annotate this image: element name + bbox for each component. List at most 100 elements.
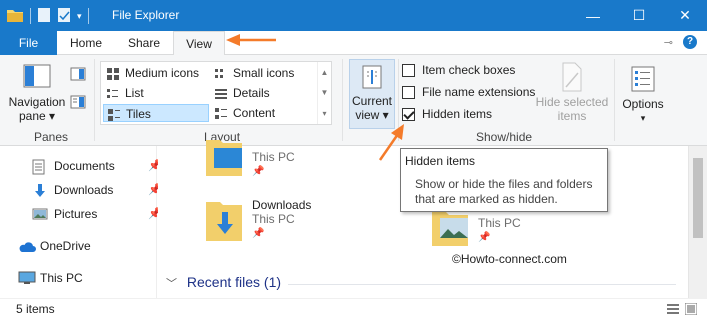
- nav-item-downloads[interactable]: Downloads 📌: [22, 180, 162, 200]
- section-divider: [288, 284, 676, 285]
- large-icons-view-icon[interactable]: [684, 302, 698, 318]
- file-name-extensions-checkbox[interactable]: File name extensions: [402, 84, 535, 100]
- options-icon: [631, 66, 655, 92]
- hide-selected-items-button[interactable]: Hide selected items: [534, 59, 610, 123]
- checkbox-label: Hidden items: [422, 107, 493, 121]
- nav-item-documents[interactable]: Documents 📌: [22, 156, 162, 176]
- layout-details[interactable]: Details: [211, 84, 317, 102]
- item-check-boxes-checkbox[interactable]: Item check boxes: [402, 62, 515, 78]
- checkbox-label: Item check boxes: [422, 63, 516, 77]
- navigation-pane-button[interactable]: Navigation pane ▾: [6, 57, 68, 123]
- checkbox-box[interactable]: [402, 64, 415, 77]
- maximize-button[interactable]: ☐: [616, 0, 662, 31]
- navigation-pane: Documents 📌 Downloads 📌 Pictures 📌 OneDr…: [0, 146, 162, 298]
- content-icon: [215, 107, 227, 119]
- recent-files-header[interactable]: ﹀ Recent files (1): [166, 274, 281, 291]
- details-pane-icon[interactable]: [70, 95, 86, 112]
- title-bar: ▾ File Explorer — ☐ ✕: [0, 0, 707, 31]
- options-label: Options: [622, 97, 664, 111]
- layout-small-icons[interactable]: Small icons: [211, 64, 317, 82]
- group-divider: [398, 59, 399, 141]
- help-icon[interactable]: ?: [683, 35, 697, 49]
- item-count: 5 items: [16, 302, 55, 316]
- current-view-label-2: view ▾: [355, 108, 389, 122]
- quick-access-toolbar: ▾: [6, 6, 89, 26]
- tab-home[interactable]: Home: [57, 31, 115, 55]
- scroll-down-icon[interactable]: ▼: [321, 88, 329, 97]
- tile-location: This PC: [478, 216, 521, 230]
- toolbar-separator: [87, 8, 89, 24]
- pin-icon[interactable]: 📌: [478, 232, 490, 243]
- current-view-icon: [362, 65, 382, 89]
- tile-location: This PC: [252, 150, 295, 164]
- folder-icon: [6, 7, 24, 26]
- layout-item-label: Content: [233, 106, 276, 120]
- group-label-show-hide: Show/hide: [476, 130, 533, 144]
- pin-ribbon-icon[interactable]: ⊸: [664, 36, 673, 49]
- current-view-button[interactable]: Current view ▾: [349, 59, 395, 129]
- new-folder-icon[interactable]: [57, 7, 71, 26]
- watermark-text: ©Howto-connect.com: [452, 252, 567, 266]
- tab-share[interactable]: Share: [115, 31, 173, 55]
- nav-item-pictures[interactable]: Pictures 📌: [22, 204, 162, 224]
- layout-content[interactable]: Content: [211, 104, 317, 122]
- hidden-items-checkbox[interactable]: Hidden items: [402, 106, 492, 122]
- downloads-icon: [32, 183, 48, 197]
- scrollbar-thumb[interactable]: [693, 158, 703, 238]
- nav-item-label: Pictures: [54, 207, 98, 221]
- properties-icon[interactable]: [37, 7, 51, 26]
- status-bar: 5 items: [0, 298, 707, 318]
- checkbox-box-checked[interactable]: [402, 108, 415, 121]
- minimize-button[interactable]: —: [570, 0, 616, 31]
- folder-tile-desktop[interactable]: This PC 📌: [204, 140, 384, 186]
- navigation-pane-label-2: pane ▾: [18, 109, 56, 123]
- tooltip-body: Show or hide the files and folders that …: [415, 177, 593, 206]
- current-view-label: Current: [351, 94, 392, 108]
- ribbon-controls: ⊸ ?: [664, 35, 697, 49]
- tab-view[interactable]: View: [173, 31, 225, 56]
- small-icons-icon: [215, 67, 227, 79]
- pictures-folder-icon: [432, 212, 468, 246]
- pin-icon[interactable]: 📌: [252, 166, 264, 177]
- vertical-scrollbar[interactable]: [688, 146, 707, 298]
- layout-medium-icons[interactable]: Medium icons: [103, 64, 209, 82]
- nav-item-this-pc[interactable]: This PC: [8, 268, 83, 288]
- ribbon-tabs: File Home Share View ⊸ ?: [0, 31, 707, 56]
- navigation-pane-icon: [23, 64, 51, 88]
- group-label-panes: Panes: [34, 130, 69, 144]
- tile-name: Downloads: [252, 198, 312, 212]
- tooltip-title: Hidden items: [405, 154, 476, 168]
- nav-item-onedrive[interactable]: OneDrive: [8, 236, 91, 256]
- layout-item-label: Details: [233, 86, 270, 100]
- checkbox-label: File name extensions: [422, 85, 536, 99]
- nav-item-label: OneDrive: [40, 239, 91, 253]
- folder-tile-pictures[interactable]: This PC 📌: [430, 212, 610, 246]
- details-icon: [215, 87, 227, 99]
- layout-item-label: List: [125, 86, 144, 100]
- chevron-down-icon: ﹀: [166, 278, 177, 290]
- group-divider: [342, 59, 343, 141]
- checkbox-box[interactable]: [402, 86, 415, 99]
- nav-item-label: This PC: [40, 271, 83, 285]
- toolbar-separator: [30, 8, 31, 24]
- layout-list[interactable]: List: [103, 84, 209, 102]
- preview-pane-icon[interactable]: [70, 67, 86, 84]
- close-button[interactable]: ✕: [662, 0, 707, 31]
- pictures-icon: [32, 207, 48, 221]
- medium-icons-icon: [107, 67, 119, 80]
- onedrive-icon: [18, 239, 36, 253]
- options-button[interactable]: Options ▾: [618, 59, 668, 125]
- desktop-folder-icon: [206, 140, 242, 176]
- navigation-pane-label: Navigation: [8, 95, 66, 109]
- expand-gallery-icon[interactable]: ▾: [322, 109, 326, 118]
- options-caret-icon: ▾: [640, 113, 646, 123]
- scroll-up-icon[interactable]: ▲: [321, 68, 329, 77]
- pin-icon[interactable]: 📌: [252, 228, 264, 239]
- layout-gallery-scroll[interactable]: ▲ ▼ ▾: [317, 62, 331, 124]
- tab-file[interactable]: File: [0, 31, 57, 55]
- details-view-icon[interactable]: [667, 303, 679, 318]
- folder-tile-downloads[interactable]: Downloads This PC 📌: [204, 198, 384, 244]
- customize-toolbar-icon[interactable]: ▾: [77, 11, 82, 22]
- tile-location: This PC: [252, 212, 295, 226]
- layout-tiles[interactable]: Tiles: [103, 104, 209, 122]
